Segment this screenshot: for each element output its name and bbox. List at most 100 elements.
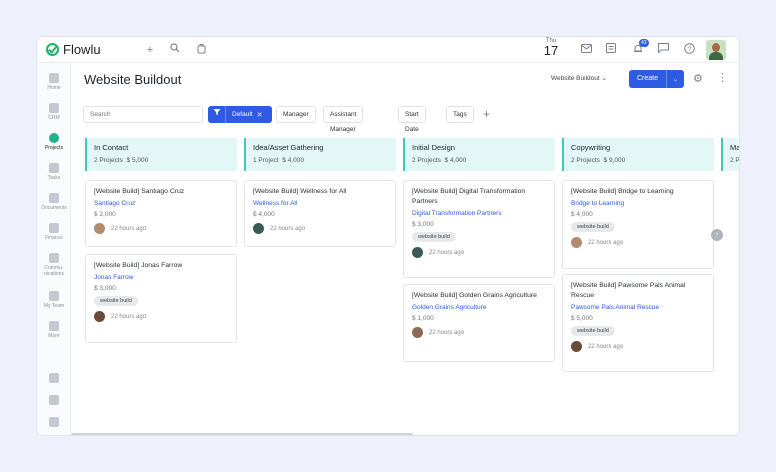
column-amount: $ 9,000 bbox=[603, 157, 626, 164]
card-contact-link[interactable]: Bridge to Learning bbox=[571, 200, 705, 207]
scroll-right-icon[interactable]: › bbox=[711, 229, 723, 241]
column-header[interactable]: In Contact 2 Projects $ 5,000 bbox=[85, 138, 237, 171]
card-amount: $ 4,000 bbox=[571, 211, 593, 218]
column-header[interactable]: Idea/Asset Gathering 1 Project $ 4,000 bbox=[244, 138, 396, 171]
card-tag[interactable]: website build bbox=[412, 232, 456, 242]
sidebar-item-tasks[interactable]: Tasks bbox=[37, 163, 71, 181]
sidebar-item-documents[interactable]: Documents bbox=[37, 193, 71, 211]
card-tag[interactable]: website build bbox=[571, 222, 615, 232]
card-tag[interactable]: website build bbox=[94, 296, 138, 306]
clip-icon[interactable] bbox=[194, 43, 208, 57]
gear-icon[interactable]: ⚙ bbox=[693, 72, 703, 85]
default-filter-chip[interactable]: Default ✕ bbox=[208, 106, 272, 123]
column-project-count: 2 Projects bbox=[571, 157, 600, 164]
card-title: [Website Build] Digital Transformation P… bbox=[412, 188, 526, 205]
sidebar-item-label: Tasks bbox=[47, 175, 61, 181]
kanban-column: Idea/Asset Gathering 1 Project $ 4,000 [… bbox=[244, 138, 396, 247]
assignee-avatar[interactable] bbox=[94, 311, 105, 322]
sidebar-item-home[interactable]: Home bbox=[37, 73, 71, 91]
more-icon bbox=[49, 321, 59, 331]
filter-chip-tags[interactable]: Tags bbox=[446, 106, 474, 123]
column-header[interactable]: Ma 2 P bbox=[721, 138, 739, 171]
project-select[interactable]: Website Buildout ⌄ bbox=[551, 74, 607, 82]
project-card[interactable]: [Website Build] Bridge to Learning Bridg… bbox=[562, 180, 714, 269]
filter-chip-assistant-manager[interactable]: Assistant Manager bbox=[323, 106, 364, 133]
kanban-column: Copywriting 2 Projects $ 9,000 [Website … bbox=[562, 138, 714, 372]
card-amount: $ 5,000 bbox=[571, 315, 593, 322]
top-bar: Flowlu + Thu 17 43 ? bbox=[37, 37, 739, 63]
column-project-count: 2 Projects bbox=[94, 157, 123, 164]
assignee-avatar[interactable] bbox=[571, 237, 582, 248]
tasks-icon bbox=[49, 163, 59, 173]
card-time: 22 hours ago bbox=[111, 313, 147, 320]
sidebar-item-crm[interactable]: CRM bbox=[37, 103, 71, 121]
projects-icon bbox=[49, 133, 59, 143]
column-header[interactable]: Copywriting 2 Projects $ 9,000 bbox=[562, 138, 714, 171]
project-card[interactable]: [Website Build] Pawsome Pals Animal Resc… bbox=[562, 274, 714, 372]
chevron-down-icon[interactable]: ⌄ bbox=[667, 76, 684, 83]
filter-chip-start-date[interactable]: Start Date bbox=[398, 106, 426, 133]
plus-icon[interactable]: + bbox=[143, 43, 157, 57]
create-button[interactable]: Create ⌄ bbox=[629, 70, 684, 88]
close-icon[interactable]: ✕ bbox=[253, 111, 263, 119]
card-footer: 22 hours ago bbox=[94, 223, 228, 234]
assignee-avatar[interactable] bbox=[253, 223, 264, 234]
card-title: [Website Build] Bridge to Learning bbox=[571, 188, 674, 195]
assignee-avatar[interactable] bbox=[412, 327, 423, 338]
finance-icon bbox=[49, 223, 59, 233]
help-icon[interactable]: ? bbox=[682, 43, 696, 57]
filter-chip-manager[interactable]: Manager bbox=[276, 106, 316, 123]
project-card[interactable]: [Website Build] Wellness for All Wellnes… bbox=[244, 180, 396, 247]
main-content: Website Buildout Website Buildout ⌄ Crea… bbox=[71, 63, 739, 435]
settings-shortcut-icon[interactable] bbox=[49, 395, 59, 405]
mail-icon[interactable] bbox=[579, 43, 593, 57]
search-icon[interactable] bbox=[168, 43, 182, 57]
card-contact-link[interactable]: Santiago Cruz bbox=[94, 200, 228, 207]
crm-icon bbox=[49, 103, 59, 113]
user-avatar[interactable] bbox=[706, 40, 726, 60]
notes-icon[interactable] bbox=[604, 43, 618, 57]
app-window: Flowlu + Thu 17 43 ? Home CRM Projects T… bbox=[36, 36, 740, 436]
card-footer: 22 hours ago bbox=[412, 247, 546, 258]
assignee-avatar[interactable] bbox=[94, 223, 105, 234]
support-icon[interactable] bbox=[49, 417, 59, 427]
project-card[interactable]: [Website Build] Digital Transformation P… bbox=[403, 180, 555, 278]
horizontal-scrollbar[interactable] bbox=[71, 433, 413, 435]
integrations-icon[interactable] bbox=[49, 373, 59, 383]
card-time: 22 hours ago bbox=[429, 249, 465, 256]
card-contact-link[interactable]: Pawsome Pals Animal Rescue bbox=[571, 304, 705, 311]
card-contact-link[interactable]: Golden Grains Agriculture bbox=[412, 304, 546, 311]
sidebar-item-more[interactable]: More bbox=[37, 321, 71, 339]
page-title: Website Buildout bbox=[84, 72, 182, 87]
project-card[interactable]: [Website Build] Santiago Cruz Santiago C… bbox=[85, 180, 237, 247]
card-contact-link[interactable]: Wellness for All bbox=[253, 200, 387, 207]
search-input[interactable] bbox=[83, 106, 203, 123]
assignee-avatar[interactable] bbox=[412, 247, 423, 258]
assignee-avatar[interactable] bbox=[571, 341, 582, 352]
notification-badge: 43 bbox=[639, 39, 649, 47]
default-filter-label: Default bbox=[232, 111, 253, 118]
kebab-menu-icon[interactable]: ⋮ bbox=[717, 71, 728, 84]
sidebar-item-communications[interactable]: Commu-nications bbox=[37, 253, 71, 277]
flowlu-logo[interactable]: Flowlu bbox=[46, 42, 101, 57]
sidebar-item-finance[interactable]: Finance bbox=[37, 223, 71, 241]
card-contact-link[interactable]: Digital Transformation Partners bbox=[412, 210, 546, 217]
chat-icon[interactable] bbox=[656, 43, 670, 57]
card-time: 22 hours ago bbox=[111, 225, 147, 232]
chevron-down-icon: ⌄ bbox=[601, 75, 607, 82]
card-footer: 22 hours ago bbox=[571, 237, 705, 248]
sidebar-item-projects[interactable]: Projects bbox=[37, 133, 71, 151]
sidebar-item-my-team[interactable]: My Team bbox=[37, 291, 71, 309]
card-tag[interactable]: website build bbox=[571, 326, 615, 336]
filter-icon bbox=[208, 106, 226, 123]
column-header[interactable]: Initial Design 2 Projects $ 4,000 bbox=[403, 138, 555, 171]
column-title: In Contact bbox=[94, 143, 129, 152]
avatar-head bbox=[712, 43, 720, 52]
add-filter-icon[interactable]: + bbox=[483, 107, 490, 121]
calendar-date[interactable]: Thu 17 bbox=[543, 38, 559, 57]
card-footer: 22 hours ago bbox=[571, 341, 705, 352]
card-contact-link[interactable]: Jonas Farrow bbox=[94, 274, 228, 281]
project-card[interactable]: [Website Build] Golden Grains Agricultur… bbox=[403, 284, 555, 362]
sidebar-item-label: My Team bbox=[43, 303, 65, 309]
project-card[interactable]: [Website Build] Jonas Farrow Jonas Farro… bbox=[85, 254, 237, 343]
